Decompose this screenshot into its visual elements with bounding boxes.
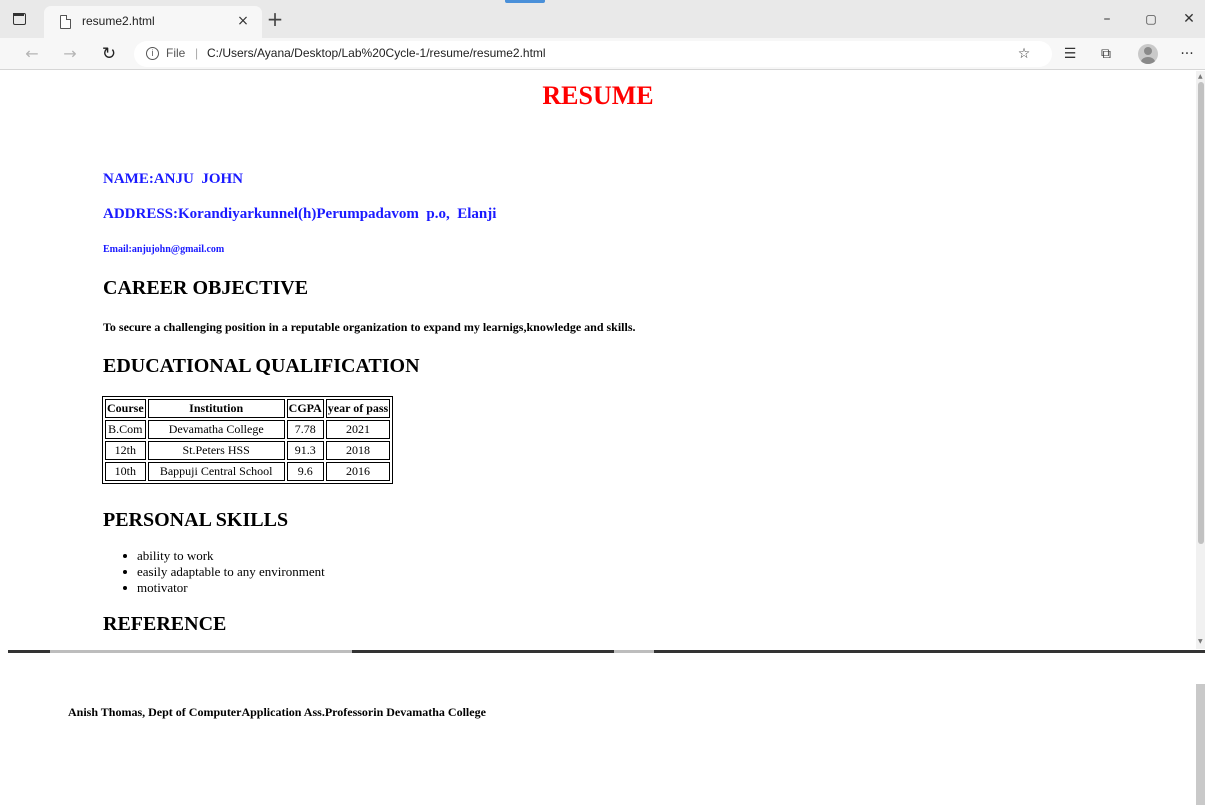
scrollbar-thumb[interactable] <box>1198 82 1204 544</box>
table-header: Institution <box>147 399 285 418</box>
table-cell: 7.78 <box>286 420 324 439</box>
career-objective-text: To secure a challenging position in a re… <box>103 320 636 334</box>
table-cell: St.Peters HSS <box>147 441 285 460</box>
back-icon[interactable]: ← <box>20 42 44 66</box>
refresh-icon[interactable]: ↻ <box>97 42 121 66</box>
lower-pane: Anish Thomas, Dept of ComputerApplicatio… <box>0 654 1196 805</box>
career-objective-heading: CAREER OBJECTIVE <box>103 277 309 299</box>
tab-strip: resume2.html × + – ▢ ✕ <box>0 0 1205 38</box>
table-header: Course <box>105 399 146 418</box>
list-item: easily adaptable to any environment <box>123 564 325 580</box>
table-header: year of pass <box>325 399 391 418</box>
skills-heading: PERSONAL SKILLS <box>103 509 289 531</box>
more-icon[interactable]: ··· <box>1175 42 1199 66</box>
restore-button[interactable]: ▢ <box>1140 8 1162 30</box>
education-table: Course Institution CGPA year of pass B.C… <box>102 396 394 484</box>
minimize-button[interactable]: – <box>1096 8 1118 30</box>
table-cell: Bappuji Central School <box>147 462 285 481</box>
page-content: RESUME NAME:ANJU JOHN ADDRESS:Korandiyar… <box>0 71 1196 649</box>
resume-address: ADDRESS:Korandiyarkunnel(h)Perumpadavom … <box>103 206 497 222</box>
table-cell: 12th <box>105 441 146 460</box>
resume-email: Email:anjujohn@gmail.com <box>103 244 225 255</box>
resume-name: NAME:ANJU JOHN <box>103 171 243 187</box>
scroll-up-icon[interactable]: ▲ <box>1198 73 1203 80</box>
skills-list: ability to work easily adaptable to any … <box>123 548 325 596</box>
info-icon[interactable]: i <box>146 47 159 60</box>
table-row: 10th Bappuji Central School 9.6 2016 <box>105 462 391 481</box>
tab-title: resume2.html <box>82 14 155 28</box>
collections-icon[interactable]: ⧉ <box>1094 42 1118 66</box>
table-cell: 2016 <box>325 462 391 481</box>
tab-actions-icon[interactable] <box>10 10 28 28</box>
education-heading: EDUCATIONAL QUALIFICATION <box>103 355 420 377</box>
address-scheme-label: File <box>166 46 186 60</box>
table-row: B.Com Devamatha College 7.78 2021 <box>105 420 391 439</box>
table-header: CGPA <box>286 399 324 418</box>
list-item: ability to work <box>123 548 325 564</box>
pane-divider <box>8 650 50 653</box>
list-item: motivator <box>123 580 325 596</box>
tab-resume2[interactable]: resume2.html × <box>44 6 262 38</box>
table-cell: 2021 <box>325 420 391 439</box>
table-row: 12th St.Peters HSS 91.3 2018 <box>105 441 391 460</box>
browser-toolbar: ← → ↻ i File | C:/Users/Ayana/Desktop/La… <box>0 38 1205 70</box>
table-cell: Devamatha College <box>147 420 285 439</box>
scrollbar-thumb[interactable] <box>1196 684 1205 805</box>
table-cell: 9.6 <box>286 462 324 481</box>
table-cell: B.Com <box>105 420 146 439</box>
reference-text: Anish Thomas, Dept of ComputerApplicatio… <box>68 705 486 719</box>
reference-heading: REFERENCE <box>103 613 227 635</box>
address-separator: | <box>195 46 199 60</box>
close-tab-icon[interactable]: × <box>234 12 252 30</box>
page-icon <box>60 15 71 29</box>
page-title: RESUME <box>542 81 654 110</box>
pane-divider <box>654 650 1205 653</box>
table-cell: 10th <box>105 462 146 481</box>
window-accent <box>505 0 545 3</box>
address-bar[interactable]: i File | C:/Users/Ayana/Desktop/Lab%20Cy… <box>134 41 1052 67</box>
pane-divider <box>50 650 352 653</box>
close-window-button[interactable]: ✕ <box>1178 8 1200 30</box>
pane-divider <box>614 650 654 653</box>
new-tab-button[interactable]: + <box>264 8 286 30</box>
table-cell: 2018 <box>325 441 391 460</box>
profile-icon[interactable] <box>1138 44 1158 64</box>
address-url[interactable]: C:/Users/Ayana/Desktop/Lab%20Cycle-1/res… <box>207 46 546 60</box>
table-header-row: Course Institution CGPA year of pass <box>105 399 391 418</box>
table-cell: 91.3 <box>286 441 324 460</box>
pane-divider <box>352 650 614 653</box>
scroll-down-icon[interactable]: ▼ <box>1198 638 1203 645</box>
favorites-icon[interactable]: ☰ <box>1058 42 1082 66</box>
forward-icon[interactable]: → <box>58 42 82 66</box>
favorite-add-icon[interactable]: ☆ <box>1012 42 1036 66</box>
